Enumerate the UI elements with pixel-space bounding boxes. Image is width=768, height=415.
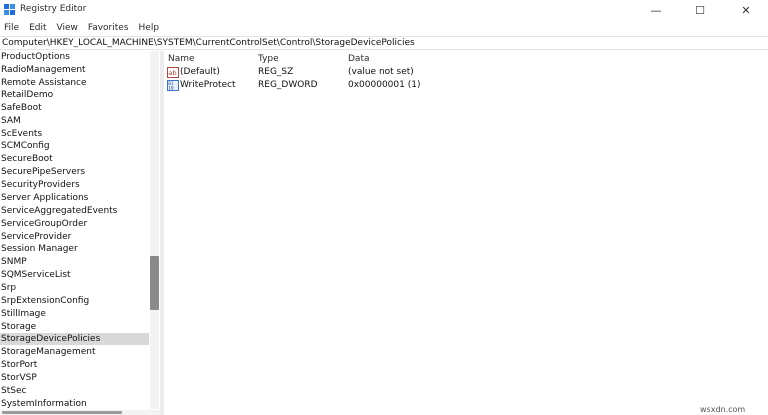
key-tree: ProductOptions RadioManagement Remote As… <box>0 51 160 415</box>
value-row[interactable]: ab (Default) REG_SZ (value not set) <box>164 66 764 79</box>
tree-item[interactable]: StorVSP <box>0 372 149 384</box>
tree-item[interactable]: ProductOptions <box>0 51 149 63</box>
value-data: (value not set) <box>348 67 414 77</box>
tree-item[interactable]: ServiceProvider <box>0 231 149 243</box>
close-button[interactable]: ✕ <box>724 0 768 20</box>
svg-text:10: 10 <box>168 86 174 92</box>
title-bar: Registry Editor — ☐ ✕ <box>0 0 768 20</box>
tree-item[interactable]: StorageManagement <box>0 346 149 358</box>
svg-text:ab: ab <box>169 69 177 77</box>
binary-value-icon: 01 10 <box>167 80 179 91</box>
menu-file[interactable]: File <box>4 23 19 33</box>
values-list: Name Type Data ab (Default) REG_SZ (valu… <box>164 51 768 415</box>
tree-item[interactable]: Server Applications <box>0 192 149 204</box>
tree-item[interactable]: RadioManagement <box>0 64 149 76</box>
minimize-button[interactable]: — <box>634 0 678 20</box>
tree-vertical-scroll-thumb[interactable] <box>150 256 159 310</box>
tree-item[interactable]: Srp <box>0 282 149 294</box>
watermark: wsxdn.com <box>700 405 746 414</box>
tree-item[interactable]: SystemInformation <box>0 398 149 410</box>
tree-item[interactable]: StillImage <box>0 308 149 320</box>
tree-item[interactable]: RetailDemo <box>0 89 149 101</box>
column-header-data[interactable]: Data <box>348 53 370 65</box>
string-value-icon: ab <box>167 67 179 78</box>
value-type: REG_DWORD <box>258 80 318 90</box>
column-header-name[interactable]: Name <box>168 53 195 65</box>
value-name: WriteProtect <box>180 80 236 90</box>
tree-item[interactable]: SNMP <box>0 256 149 268</box>
tree-item[interactable]: ServiceAggregatedEvents <box>0 205 149 217</box>
tree-item[interactable]: SecureBoot <box>0 153 149 165</box>
menu-bar: File Edit View Favorites Help <box>0 20 768 36</box>
column-header-type[interactable]: Type <box>258 53 279 65</box>
tree-item[interactable]: SrpExtensionConfig <box>0 295 149 307</box>
value-row[interactable]: 01 10 WriteProtect REG_DWORD 0x00000001 … <box>164 79 764 92</box>
tree-item[interactable]: Session Manager <box>0 243 149 255</box>
tree-item[interactable]: Storage <box>0 321 149 333</box>
tree-item[interactable]: SQMServiceList <box>0 269 149 281</box>
tree-item-selected[interactable]: StorageDevicePolicies <box>0 333 149 345</box>
tree-item[interactable]: StorPort <box>0 359 149 371</box>
tree-item[interactable]: ScEvents <box>0 128 149 140</box>
value-name: (Default) <box>180 67 220 77</box>
menu-help[interactable]: Help <box>139 23 160 33</box>
tree-item[interactable]: ServiceGroupOrder <box>0 218 149 230</box>
tree-item[interactable]: SafeBoot <box>0 102 149 114</box>
value-type: REG_SZ <box>258 67 294 77</box>
menu-edit[interactable]: Edit <box>29 23 46 33</box>
tree-item[interactable]: SCMConfig <box>0 140 149 152</box>
tree-horizontal-scroll-thumb[interactable] <box>2 411 122 414</box>
tree-item[interactable]: SecurityProviders <box>0 179 149 191</box>
tree-item[interactable]: StSec <box>0 385 149 397</box>
maximize-button[interactable]: ☐ <box>678 0 722 20</box>
tree-item[interactable]: SecurePipeServers <box>0 166 149 178</box>
tree-vertical-scrollbar[interactable] <box>150 51 159 409</box>
value-data: 0x00000001 (1) <box>348 80 421 90</box>
tree-item[interactable]: Remote Assistance <box>0 77 149 89</box>
address-bar[interactable]: Computer\HKEY_LOCAL_MACHINE\SYSTEM\Curre… <box>0 36 768 50</box>
registry-editor-app-icon <box>4 4 15 15</box>
menu-favorites[interactable]: Favorites <box>88 23 129 33</box>
tree-item[interactable]: SAM <box>0 115 149 127</box>
menu-view[interactable]: View <box>57 23 78 33</box>
window-title: Registry Editor <box>20 4 87 14</box>
